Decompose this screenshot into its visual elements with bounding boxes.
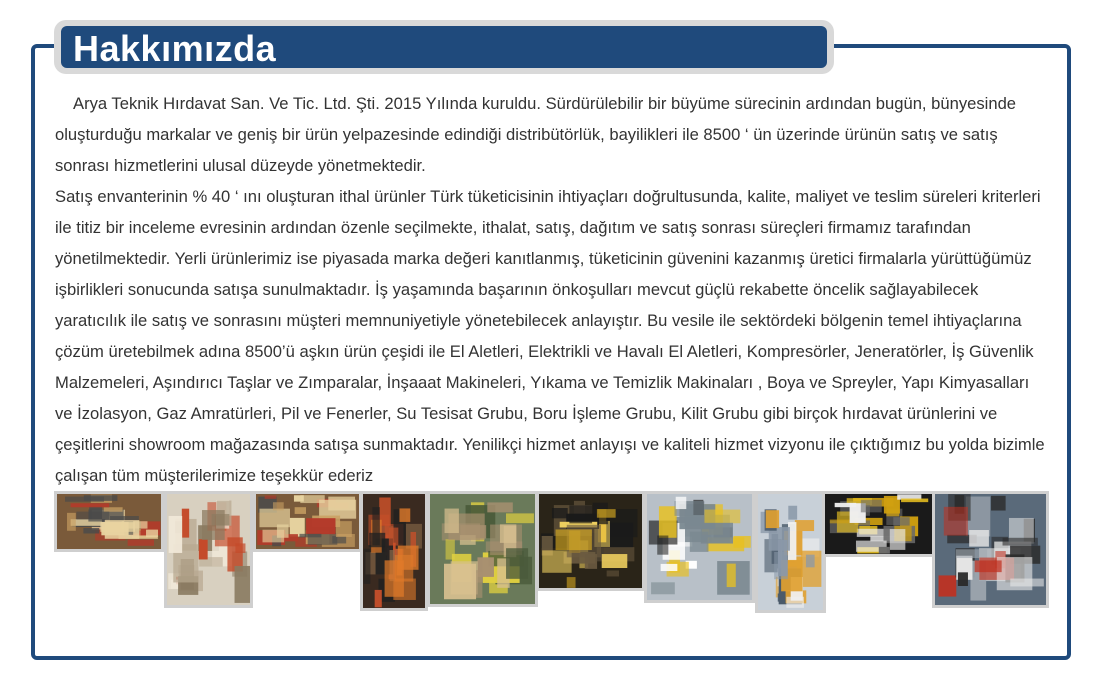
dewalt-display-wall-photo[interactable] (822, 491, 935, 557)
dewalt-impact-drivers-photo[interactable] (644, 491, 755, 603)
about-paragraph-2: Satış envanterinin % 40 ‘ ını oluşturan … (55, 187, 1045, 485)
chainsaw-tree-photo[interactable] (427, 491, 538, 607)
store-interior-photo-image (167, 494, 250, 605)
store-shelves-photo-2-image (256, 494, 359, 549)
dewalt-display-wall-photo-image (825, 494, 932, 554)
section-title: Hakkımızda (73, 28, 277, 69)
store-shelves-photo-1-image (57, 494, 161, 549)
about-content: Arya Teknik Hırdavat San. Ve Tic. Ltd. Ş… (55, 88, 1045, 491)
tool-rack-photo[interactable] (360, 491, 428, 611)
showroom-aisle-photo[interactable] (755, 491, 826, 613)
power-tools-display-photo[interactable] (932, 491, 1049, 608)
about-paragraph-1: Arya Teknik Hırdavat San. Ve Tic. Ltd. Ş… (55, 94, 1017, 175)
dewalt-drill-set-photo-image (539, 494, 642, 588)
dewalt-impact-drivers-photo-image (647, 494, 752, 600)
section-title-tab: Hakkımızda (54, 20, 834, 74)
tool-rack-photo-image (363, 494, 425, 608)
store-shelves-photo-2[interactable] (253, 491, 362, 552)
chainsaw-tree-photo-image (430, 494, 535, 604)
dewalt-drill-set-photo[interactable] (536, 491, 645, 591)
section-title-bar: Hakkımızda (61, 26, 827, 69)
store-shelves-photo-1[interactable] (54, 491, 164, 552)
power-tools-display-photo-image (935, 494, 1046, 605)
showroom-aisle-photo-image (758, 494, 823, 610)
store-interior-photo[interactable] (164, 491, 253, 608)
